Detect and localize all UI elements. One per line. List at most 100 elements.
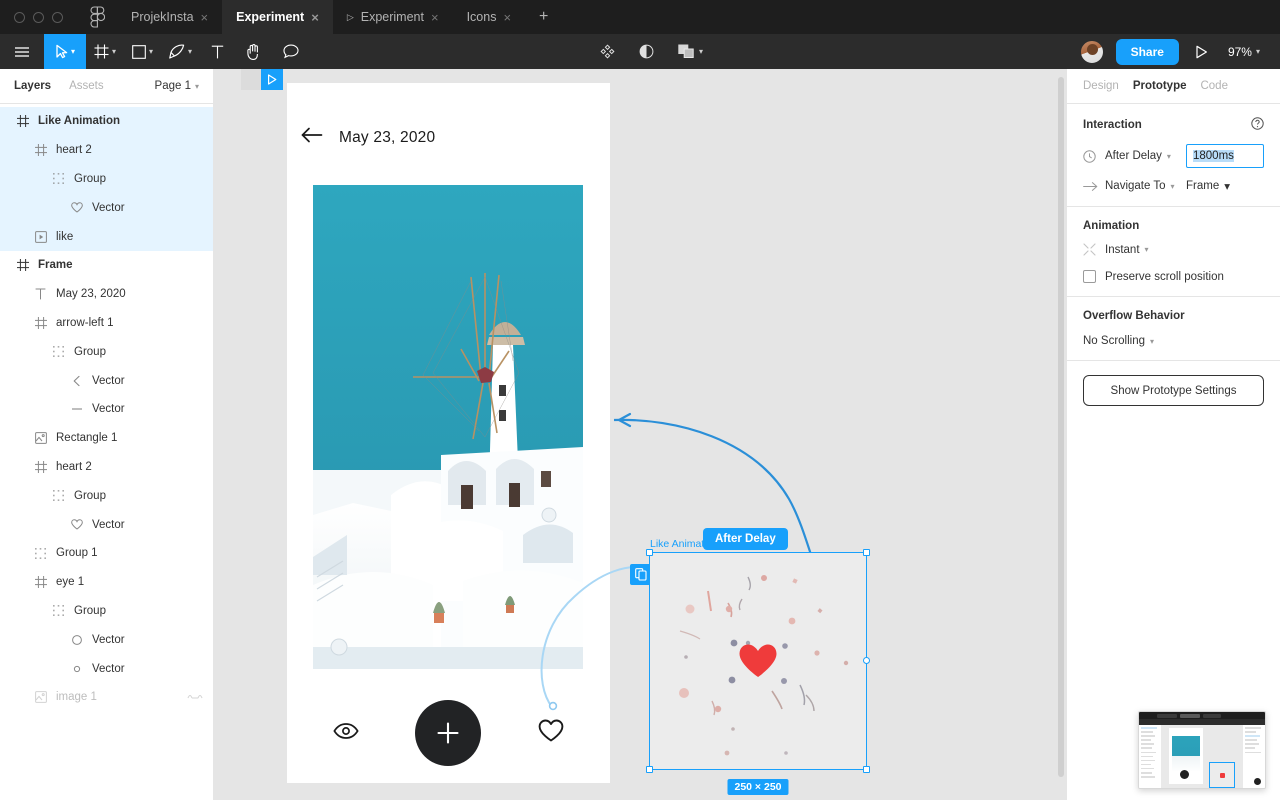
layer-row[interactable]: Rectangle 1: [0, 424, 213, 453]
move-tool-caret[interactable]: ▾: [71, 47, 75, 56]
layer-row[interactable]: Like Animation: [0, 107, 213, 136]
layer-row[interactable]: Group: [0, 597, 213, 626]
shape-tool-caret[interactable]: ▾: [149, 47, 153, 56]
pen-tool-icon[interactable]: ▾: [161, 34, 200, 69]
layer-row[interactable]: Vector: [0, 654, 213, 683]
connector-endpoint-handle[interactable]: [863, 657, 870, 664]
tab-code[interactable]: Code: [1200, 80, 1228, 92]
layer-row[interactable]: Group: [0, 481, 213, 510]
layer-row[interactable]: Vector: [0, 193, 213, 223]
text-tool-icon[interactable]: [200, 34, 235, 69]
preserve-scroll-checkbox[interactable]: [1083, 270, 1096, 283]
tab-close-icon[interactable]: ×: [311, 11, 319, 24]
tab-assets[interactable]: Assets: [69, 80, 104, 92]
window-tab-2[interactable]: ▷ Experiment ×: [333, 0, 453, 34]
layer-row[interactable]: heart 2: [0, 135, 213, 165]
canvas-vertical-scrollbar[interactable]: [1058, 77, 1064, 777]
animation-type-dropdown[interactable]: Instant ▾: [1105, 244, 1149, 256]
heart-icon[interactable]: [538, 719, 564, 748]
mask-icon[interactable]: [627, 34, 666, 69]
help-icon[interactable]: [1251, 117, 1264, 133]
layer-animation-icon[interactable]: [187, 691, 203, 703]
tab-design[interactable]: Design: [1083, 80, 1119, 92]
action-dropdown[interactable]: Navigate To ▾: [1105, 180, 1175, 192]
frame-tool-icon[interactable]: ▾: [86, 34, 124, 69]
layer-row[interactable]: Vector: [0, 395, 213, 424]
layer-name: May 23, 2020: [56, 288, 126, 301]
share-button[interactable]: Share: [1115, 38, 1179, 65]
components-icon[interactable]: [588, 34, 627, 69]
layer-row[interactable]: Vector: [0, 625, 213, 654]
prototype-node-badge[interactable]: [630, 564, 651, 585]
layer-row[interactable]: image 1: [0, 683, 213, 712]
window-tab-3[interactable]: Icons ×: [453, 0, 525, 34]
window-maximize-button[interactable]: [52, 11, 63, 23]
shape-tool-icon[interactable]: ▾: [124, 34, 161, 69]
layer-name: Vector: [92, 374, 125, 387]
flow-start-icon[interactable]: [261, 69, 283, 90]
zoom-level-selector[interactable]: 97% ▾: [1220, 45, 1268, 59]
hand-tool-icon[interactable]: [235, 34, 272, 69]
page-selector-label: Page 1: [154, 80, 191, 92]
tab-layers[interactable]: Layers: [14, 80, 51, 92]
layer-row[interactable]: eye 1: [0, 568, 213, 597]
show-prototype-settings-button[interactable]: Show Prototype Settings: [1083, 375, 1264, 406]
layer-row[interactable]: Group: [0, 337, 213, 366]
layer-row[interactable]: May 23, 2020: [0, 280, 213, 309]
layer-row[interactable]: Group 1: [0, 539, 213, 568]
layer-row[interactable]: arrow-left 1: [0, 309, 213, 338]
user-avatar[interactable]: [1079, 39, 1104, 64]
page-selector[interactable]: Page 1 ▾: [155, 80, 199, 92]
menu-icon[interactable]: [0, 34, 44, 69]
resize-handle-bottom-right[interactable]: [863, 766, 870, 773]
design-canvas[interactable]: May 23, 2020 Like Animation 250 × 250 Af…: [214, 69, 1066, 800]
phone-artboard[interactable]: May 23, 2020: [287, 83, 610, 783]
overflow-section-title: Overflow Behavior: [1083, 310, 1264, 322]
figma-logo-icon[interactable]: [77, 0, 117, 34]
trigger-dropdown[interactable]: After Delay ▾: [1105, 150, 1171, 162]
layer-row[interactable]: heart 2: [0, 453, 213, 482]
resize-handle-bottom-left[interactable]: [646, 766, 653, 773]
pen-tool-caret[interactable]: ▾: [188, 47, 192, 56]
eye-icon[interactable]: [333, 722, 359, 745]
boolean-caret[interactable]: ▾: [699, 47, 703, 56]
overflow-dropdown[interactable]: No Scrolling ▾: [1083, 335, 1154, 347]
layer-name: Frame: [38, 259, 73, 272]
resize-handle-top-right[interactable]: [863, 549, 870, 556]
layer-name: Vector: [92, 403, 125, 416]
layer-row[interactable]: Vector: [0, 510, 213, 539]
new-tab-button[interactable]: +: [525, 0, 562, 34]
move-tool-icon[interactable]: ▾: [44, 34, 87, 69]
frame-tool-caret[interactable]: ▾: [112, 47, 116, 56]
layer-row[interactable]: Frame: [0, 251, 213, 280]
destination-dropdown[interactable]: Frame ▾: [1186, 179, 1264, 193]
action-label: Navigate To: [1105, 180, 1166, 192]
layer-row[interactable]: Group: [0, 164, 213, 194]
tab-close-icon[interactable]: ×: [431, 11, 439, 24]
phone-date-title: May 23, 2020: [339, 128, 436, 146]
window-tab-0[interactable]: ProjekInsta ×: [117, 0, 222, 34]
window-controls[interactable]: [0, 0, 77, 34]
layer-row[interactable]: like: [0, 222, 213, 251]
preserve-scroll-row[interactable]: Preserve scroll position: [1083, 270, 1264, 283]
boolean-union-icon[interactable]: ▾: [666, 34, 711, 69]
window-tab-1[interactable]: Experiment ×: [222, 0, 333, 34]
layer-row[interactable]: Vector: [0, 366, 213, 395]
arrow-left-icon[interactable]: [301, 127, 323, 148]
tab-close-icon[interactable]: ×: [201, 11, 209, 24]
window-close-button[interactable]: [14, 11, 25, 23]
window-tab-label: Experiment: [236, 10, 305, 24]
trigger-caret-icon: ▾: [1166, 151, 1171, 161]
plus-button[interactable]: [415, 700, 482, 766]
tab-close-icon[interactable]: ×: [503, 11, 511, 24]
minimap-thumbnail[interactable]: [1138, 711, 1266, 789]
tab-prototype[interactable]: Prototype: [1133, 80, 1187, 92]
interaction-tooltip[interactable]: After Delay: [703, 528, 788, 550]
resize-handle-top-left[interactable]: [646, 549, 653, 556]
delay-input[interactable]: 1800ms: [1186, 144, 1264, 168]
selected-frame[interactable]: Like Animation 250 × 250: [646, 538, 870, 795]
comment-tool-icon[interactable]: [272, 34, 310, 69]
play-icon[interactable]: [1179, 34, 1220, 69]
window-minimize-button[interactable]: [33, 11, 44, 23]
layer-name: Group: [74, 172, 106, 185]
